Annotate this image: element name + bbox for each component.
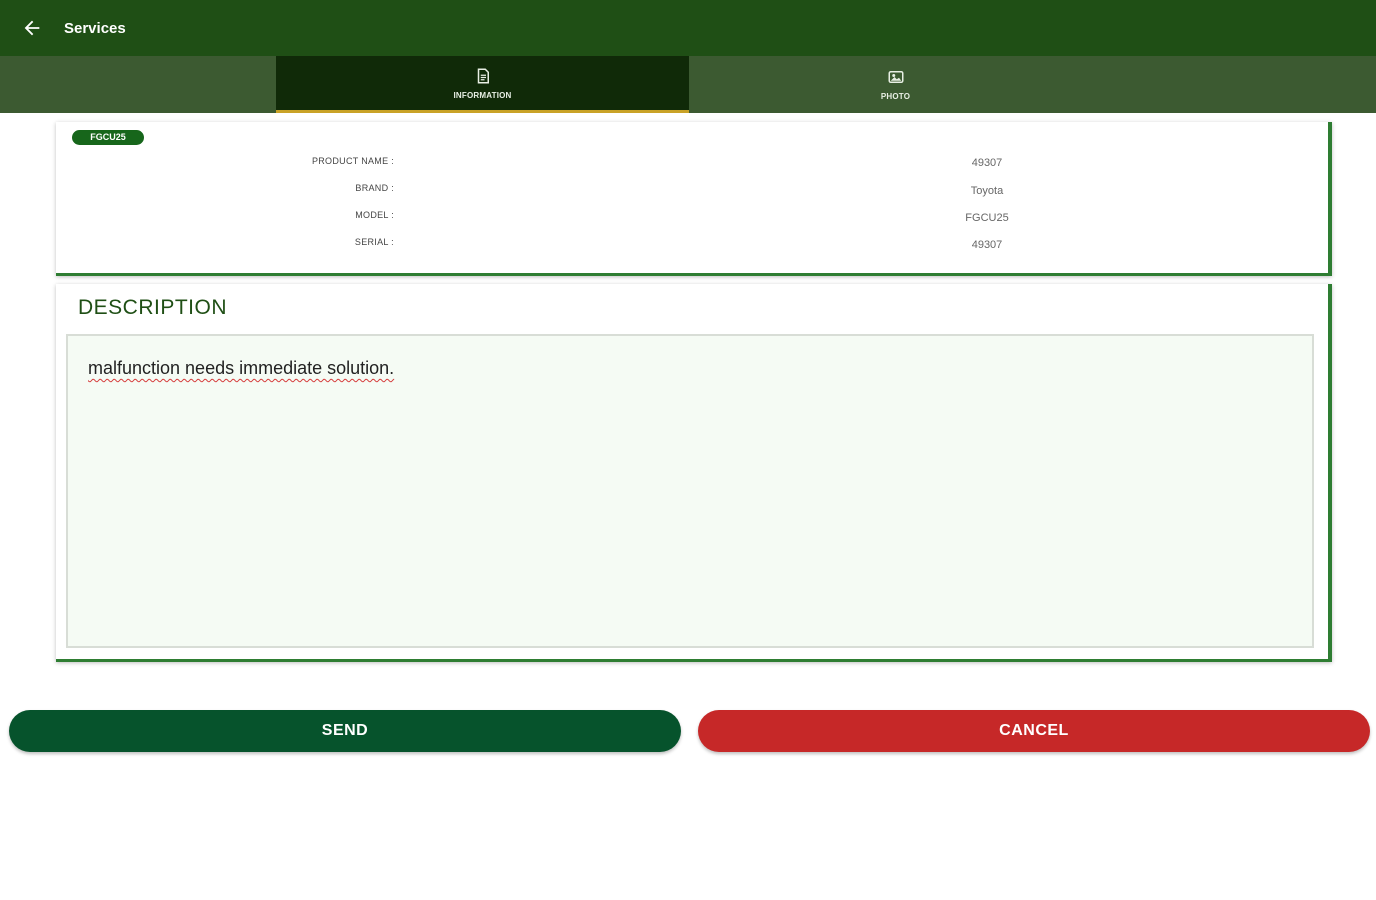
cancel-button[interactable]: CANCEL [698,710,1370,752]
product-name-value: 49307 [971,157,1003,169]
page-title: Services [64,19,126,37]
description-textarea[interactable]: malfunction needs immediate solution. [66,334,1314,648]
app-bar: Services [0,0,1376,56]
back-button[interactable] [8,0,56,56]
tab-information[interactable]: INFORMATION [276,56,689,113]
brand-label: BRAND : [355,183,394,193]
document-icon [477,68,489,83]
image-icon [888,71,903,83]
arrow-left-icon [24,20,40,36]
tab-photo[interactable]: PHOTO [689,56,1102,113]
tab-photo-label: PHOTO [880,92,911,101]
model-badge: FGCU25 [72,130,144,145]
model-value: FGCU25 [965,212,1009,224]
description-title: DESCRIPTION [78,296,228,319]
product-name-label: PRODUCT NAME : [311,156,394,166]
brand-value: Toyota [970,185,1004,197]
tab-information-label: INFORMATION [453,90,512,100]
product-info-card: FGCU25 PRODUCT NAME : 49307 BRAND : Toyo… [56,122,1332,276]
serial-value: 49307 [971,239,1003,251]
send-button[interactable]: SEND [9,710,681,752]
description-card: DESCRIPTION malfunction needs immediate … [56,284,1332,662]
description-text: malfunction needs immediate solution. [88,358,395,378]
model-label: MODEL : [355,210,394,220]
serial-label: SERIAL : [354,237,394,247]
tab-bar: INFORMATION PHOTO [0,56,1376,113]
